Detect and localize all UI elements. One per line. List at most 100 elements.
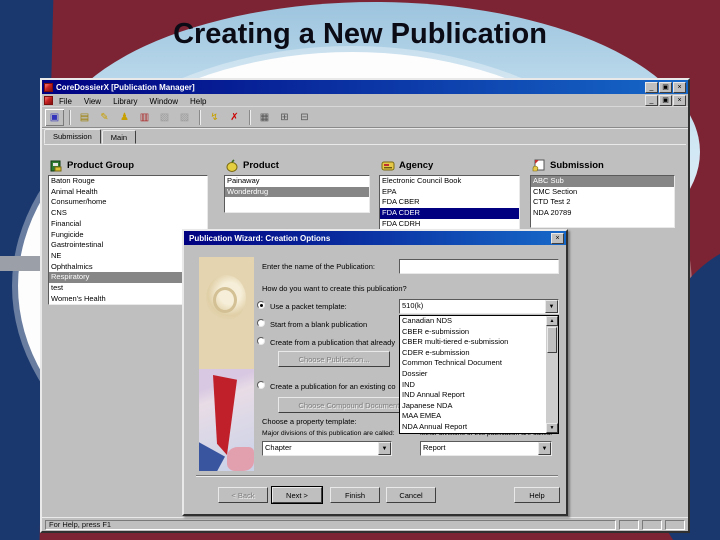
list-item[interactable]: EPA <box>380 187 519 198</box>
back-button[interactable]: < Back <box>218 487 268 503</box>
radio-packet-template[interactable] <box>257 301 265 309</box>
list-item[interactable]: FDA CDRH <box>380 219 519 229</box>
submission-icon <box>532 159 545 172</box>
chevron-down-icon[interactable]: ▼ <box>545 300 558 313</box>
list-item[interactable]: Wonderdrug <box>225 186 369 198</box>
restore-button[interactable]: ▣ <box>659 81 672 93</box>
dialog-close-button[interactable]: × <box>551 232 564 244</box>
collapse-icon[interactable]: ⊟ <box>295 109 314 126</box>
dropdown-item[interactable]: CBER e-submission <box>400 327 546 338</box>
list-item[interactable]: Electronic Council Book <box>380 176 519 187</box>
dropdown-item[interactable]: IND Annual Report <box>400 390 546 401</box>
chevron-down-icon[interactable]: ▼ <box>538 442 551 455</box>
child-close-button[interactable]: × <box>673 94 686 106</box>
wizard-artwork <box>199 257 254 471</box>
slide: Creating a New Publication CoreDossierX … <box>0 0 720 540</box>
scroll-down-icon[interactable]: ▼ <box>546 423 558 433</box>
wand-icon[interactable]: ↯ <box>205 109 224 126</box>
tab-main[interactable]: Main <box>101 130 137 144</box>
radio-blank-publication[interactable] <box>257 319 265 327</box>
agency-list: Electronic Council Book EPA FDA CBER FDA CD… <box>379 175 520 230</box>
choose-publication-button[interactable]: Choose Publication... <box>278 351 390 367</box>
dropdown-item[interactable]: Canadian NDS <box>400 316 546 327</box>
expand-icon[interactable]: ⊞ <box>275 109 294 126</box>
book-icon[interactable]: ▥ <box>135 109 154 126</box>
cancel-button[interactable]: Cancel <box>386 487 436 503</box>
dropdown-item[interactable]: Common Technical Document <box>400 358 546 369</box>
agency-icon <box>381 161 395 171</box>
menu-file[interactable]: File <box>59 97 72 106</box>
child-minimize-button[interactable]: _ <box>645 94 658 106</box>
radio-existing-publication-label: Create from a publication that already e… <box>270 338 396 347</box>
app-icon <box>44 82 53 92</box>
radio-existing-compound[interactable] <box>257 381 265 389</box>
finish-button[interactable]: Finish <box>330 487 380 503</box>
next-button[interactable]: Next > <box>271 486 323 504</box>
menu-help[interactable]: Help <box>190 97 206 106</box>
list-item[interactable]: CTD Test 2 <box>531 197 674 208</box>
status-pane <box>642 519 662 530</box>
create-question-label: How do you want to create this publicati… <box>262 284 407 293</box>
list-item[interactable]: Financial <box>49 219 207 230</box>
dropdown-scrollbar[interactable]: ▲ ▼ <box>546 316 558 433</box>
child-restore-button[interactable]: ▣ <box>659 94 672 106</box>
list-item[interactable]: CMC Section <box>531 187 674 198</box>
dropdown-item[interactable]: CBER multi-tiered e-submission <box>400 337 546 348</box>
product-group-icon <box>50 160 62 172</box>
child-app-icon <box>44 95 53 105</box>
dropdown-item[interactable]: NDA Annual Report <box>400 422 546 433</box>
printer-icon[interactable]: ▦ <box>255 109 274 126</box>
close-button[interactable]: × <box>673 81 686 93</box>
list-item[interactable]: ABC Sub <box>531 176 674 187</box>
list-item[interactable]: CNS <box>49 208 207 219</box>
publication-name-input[interactable] <box>399 259 559 274</box>
dropdown-item[interactable]: Japanese NDA <box>400 401 546 412</box>
dropdown-item[interactable]: MAA EMEA <box>400 411 546 422</box>
list-item[interactable]: Consumer/home <box>49 197 207 208</box>
list-item[interactable]: Baton Rouge <box>49 176 207 187</box>
minor-divisions-value: Report <box>423 443 446 452</box>
list-item[interactable]: NDA 20789 <box>531 208 674 219</box>
major-divisions-value: Chapter <box>265 443 292 452</box>
list-item[interactable]: FDA CDER <box>380 208 519 219</box>
toolbar: ▣ ▤ ✎ ♟ ▥ ▧ ▨ ↯ ✗ ▦ ⊞ ⊟ <box>42 107 688 128</box>
radio-packet-template-label: Use a packet template: <box>270 302 347 311</box>
minor-divisions-combobox[interactable]: Report ▼ <box>420 441 552 456</box>
radio-blank-publication-label: Start from a blank publication <box>270 320 368 329</box>
library-icon[interactable]: ▤ <box>75 109 94 126</box>
tab-strip: Submission Main <box>44 129 686 145</box>
scroll-up-icon[interactable]: ▲ <box>546 316 558 326</box>
menu-library[interactable]: Library <box>113 97 137 106</box>
list-item[interactable]: Animal Health <box>49 187 207 198</box>
menu-window[interactable]: Window <box>150 97 178 106</box>
list-item[interactable]: Painaway <box>225 176 369 187</box>
chevron-down-icon[interactable]: ▼ <box>378 442 391 455</box>
user-icon[interactable]: ♟ <box>115 109 134 126</box>
major-divisions-combobox[interactable]: Chapter ▼ <box>262 441 392 456</box>
menu-view[interactable]: View <box>84 97 101 106</box>
properties-icon[interactable]: ▣ <box>45 109 64 126</box>
radio-existing-publication[interactable] <box>257 337 265 345</box>
help-button[interactable]: Help <box>514 487 560 503</box>
minimize-button[interactable]: _ <box>645 81 658 93</box>
submission-list: ABC Sub CMC Section CTD Test 2 NDA 20789 <box>530 175 675 228</box>
template-combobox[interactable]: 510(k) ▼ <box>399 299 559 314</box>
template-dropdown-list: Canadian NDS CBER e-submission CBER multi-… <box>399 315 559 434</box>
name-label: Enter the name of the Publication: <box>262 262 375 271</box>
dropdown-item[interactable]: Dossier <box>400 369 546 380</box>
delete-icon[interactable]: ✗ <box>225 109 244 126</box>
edit-icon[interactable]: ✎ <box>95 109 114 126</box>
link-icon[interactable]: ▧ <box>155 109 174 126</box>
scrollbar-thumb[interactable] <box>547 327 557 353</box>
dropdown-item[interactable]: IND <box>400 380 546 391</box>
dialog-titlebar[interactable]: Publication Wizard: Creation Options × <box>184 231 566 245</box>
copy-icon[interactable]: ▨ <box>175 109 194 126</box>
list-item[interactable]: FDA CBER <box>380 197 519 208</box>
tab-submission[interactable]: Submission <box>44 129 101 144</box>
submission-header: Submission <box>532 159 604 172</box>
dropdown-item[interactable]: CDER e-submission <box>400 348 546 359</box>
toolbar-separator <box>69 109 71 125</box>
statusbar: For Help, press F1 <box>42 517 688 531</box>
agency-header: Agency <box>381 159 433 172</box>
status-pane <box>619 519 639 530</box>
